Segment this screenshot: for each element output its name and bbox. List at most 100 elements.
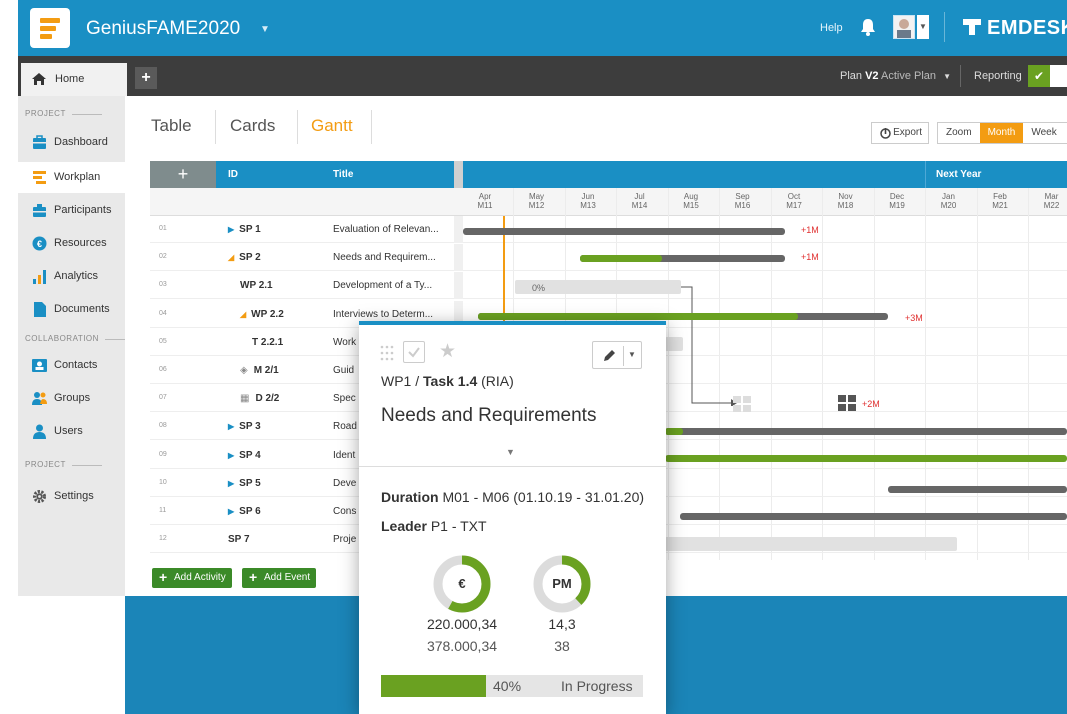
add-activity-button[interactable]: Add Activity <box>152 567 232 588</box>
divider <box>371 110 372 144</box>
expand-icon[interactable]: ▼ <box>506 447 515 457</box>
tab-table[interactable]: Table <box>151 116 192 136</box>
row-id: WP 2.1 <box>240 280 273 292</box>
row-title[interactable]: Interviews to Determ... <box>333 309 453 320</box>
collapsed-triangle-icon[interactable]: ▶ <box>228 507 234 516</box>
sidebar-item-contacts[interactable]: Contacts <box>18 350 125 381</box>
gantt-bar-sp3[interactable] <box>665 428 1067 435</box>
collapsed-triangle-icon[interactable]: ▶ <box>228 422 234 431</box>
sidebar-section-collaboration: COLLABORATION <box>25 334 135 343</box>
export-button[interactable]: Export <box>871 122 929 144</box>
project-dropdown-icon[interactable]: ▼ <box>260 24 270 35</box>
table-footer: Add Activity Add Event <box>150 564 360 592</box>
row-number: 03 <box>159 281 167 289</box>
tab-cards[interactable]: Cards <box>230 116 275 136</box>
row-id: ◈ M 2/1 <box>240 365 279 376</box>
divider <box>960 65 961 87</box>
progress-bar: 40% In Progress <box>381 675 643 697</box>
row-title[interactable]: Evaluation of Relevan... <box>333 224 453 235</box>
pm-symbol: PM <box>552 576 572 591</box>
row-id: ▶ SP 1 <box>228 224 261 235</box>
user-icon <box>33 424 46 439</box>
tab-home[interactable]: Home <box>21 63 127 96</box>
row-title[interactable]: Development of a Ty... <box>333 280 453 291</box>
tab-gantt[interactable]: Gantt <box>311 116 353 136</box>
row-id: ◢ WP 2.2 <box>240 308 284 320</box>
row-number: 01 <box>159 225 167 232</box>
app-logo[interactable] <box>30 8 70 48</box>
dependency-arrow <box>681 286 737 406</box>
column-header-title[interactable]: Title <box>333 169 353 180</box>
gantt-bar-wp22-progress <box>478 313 798 320</box>
edit-button[interactable]: ▼ <box>592 341 642 369</box>
milestone-icon: ◈ <box>240 365 248 376</box>
task-detail-card: ★ ▼ WP1 / Task 1.4 (RIA) Needs and Requi… <box>359 321 666 714</box>
add-tab-button[interactable]: + <box>135 67 157 89</box>
brand-mark-icon <box>963 19 981 35</box>
gantt-bar-sp5[interactable] <box>888 486 1067 493</box>
deliverable-icon[interactable] <box>838 395 856 411</box>
contact-card-icon <box>32 359 47 372</box>
gantt-bar-sp6[interactable] <box>680 513 1067 520</box>
sidebar-section-project-2: PROJECT <box>25 460 102 469</box>
star-icon[interactable]: ★ <box>439 340 456 363</box>
sidebar-item-groups[interactable]: Groups <box>18 383 125 414</box>
expanded-triangle-icon[interactable]: ◢ <box>240 310 246 319</box>
add-event-button[interactable]: Add Event <box>242 567 317 588</box>
gantt-bar-sp1[interactable] <box>463 228 785 235</box>
progress-fill <box>381 675 486 697</box>
avatar-dropdown-icon[interactable]: ▼ <box>917 15 929 39</box>
briefcase-icon <box>33 135 46 149</box>
avatar[interactable] <box>893 15 915 39</box>
complete-checkbox[interactable] <box>403 341 425 363</box>
zoom-month-button[interactable]: Month <box>979 123 1024 143</box>
sidebar-item-participants[interactable]: Participants <box>18 195 125 226</box>
row-number: 08 <box>159 422 167 430</box>
help-link[interactable]: Help <box>820 22 843 34</box>
sidebar-item-workplan[interactable]: Workplan <box>18 162 125 193</box>
deliverable-icon[interactable] <box>733 396 751 412</box>
gantt-bar-sp2-progress <box>580 255 662 262</box>
gantt-bar-sp4[interactable] <box>665 455 1067 462</box>
sidebar-item-documents[interactable]: Documents <box>18 294 125 325</box>
column-header-id[interactable]: ID <box>228 169 238 180</box>
gantt-bar-t221[interactable] <box>665 337 683 351</box>
add-column-button[interactable]: + <box>150 161 216 188</box>
divider <box>454 216 463 243</box>
check-icon: ✔ <box>1028 65 1050 87</box>
divider <box>944 12 945 42</box>
plan-selector[interactable]: Plan V2 Active Plan ▼ <box>840 70 951 82</box>
group-icon <box>32 392 47 405</box>
bell-icon[interactable] <box>859 17 877 37</box>
collapsed-triangle-icon[interactable]: ▶ <box>228 451 234 460</box>
sidebar-item-resources[interactable]: € Resources <box>18 228 125 259</box>
zoom-week-button[interactable]: Week <box>1023 123 1064 143</box>
expanded-triangle-icon[interactable]: ◢ <box>228 253 234 262</box>
status-label: In Progress <box>561 678 633 694</box>
brand-logo: EMDESK <box>963 17 1067 40</box>
gantt-bar-sp3-progress <box>665 428 683 435</box>
sidebar-item-analytics[interactable]: Analytics <box>18 261 125 292</box>
delay-label: +1M <box>801 252 819 262</box>
zoom-control: Zoom Month Week <box>937 122 1067 144</box>
document-icon <box>34 302 46 317</box>
drag-handle-icon[interactable] <box>380 345 394 361</box>
sidebar-item-users[interactable]: Users <box>18 416 125 447</box>
euro-icon: € <box>32 236 47 251</box>
sidebar-section-project: PROJECT <box>25 109 102 118</box>
row-id: ▶ SP 6 <box>228 506 261 517</box>
sidebar-item-dashboard[interactable]: Dashboard <box>18 127 125 158</box>
gantt-bar-sp7[interactable] <box>665 537 957 551</box>
sidebar-item-settings[interactable]: Settings <box>18 481 125 512</box>
leader-field: Leader P1 - TXT <box>381 518 487 534</box>
tab-home-label: Home <box>55 73 85 85</box>
collapsed-triangle-icon[interactable]: ▶ <box>228 225 234 234</box>
reporting-toggle[interactable]: ✔ <box>1028 65 1067 87</box>
budget-symbol: € <box>458 576 466 591</box>
chevron-down-icon[interactable]: ▼ <box>628 350 636 359</box>
row-title[interactable]: Needs and Requirem... <box>333 252 453 263</box>
project-name[interactable]: GeniusFAME2020 <box>86 18 240 40</box>
app-stage: GeniusFAME2020 ▼ Help ▼ EMDESK Home + Pl… <box>0 0 1067 714</box>
collapsed-triangle-icon[interactable]: ▶ <box>228 479 234 488</box>
card-title: Needs and Requirements <box>381 405 597 426</box>
